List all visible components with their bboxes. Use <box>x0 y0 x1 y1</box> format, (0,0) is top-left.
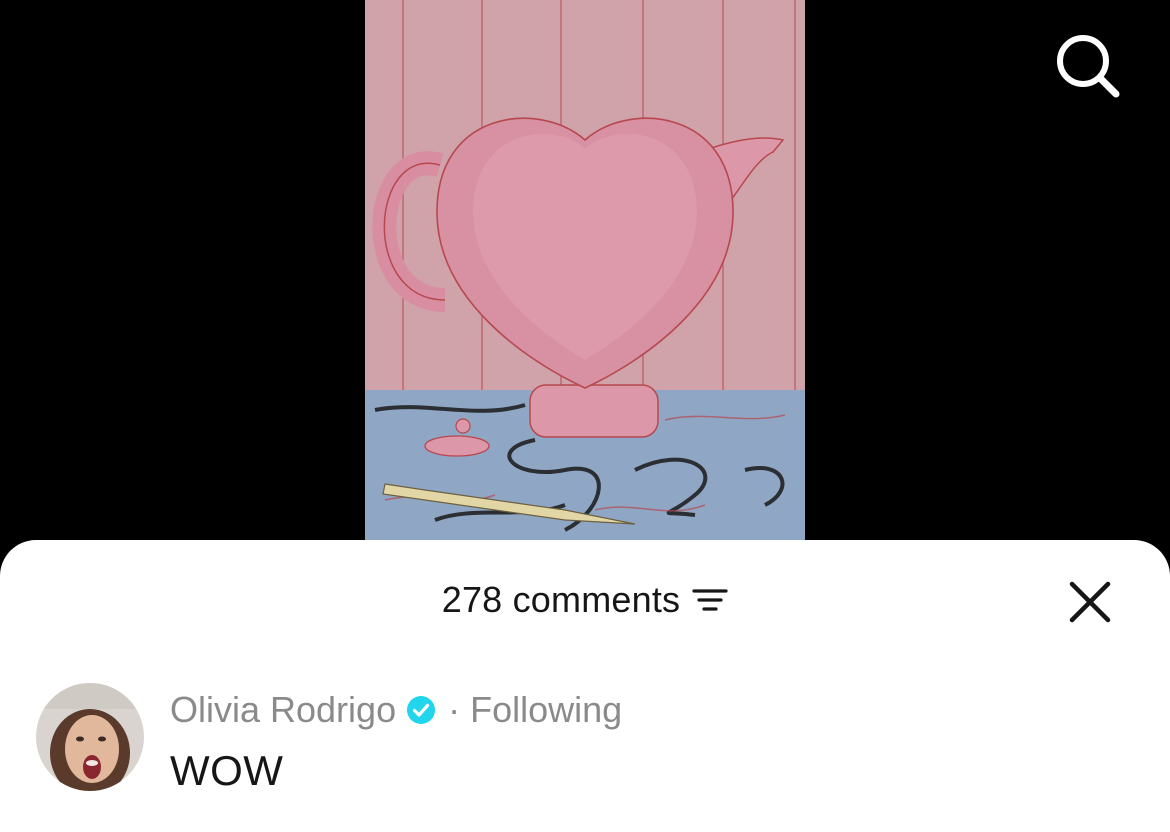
comments-sheet: 278 comments Olivia Rodrigo · Following … <box>0 540 1170 832</box>
search-button[interactable] <box>1052 30 1122 100</box>
verified-badge-icon <box>407 696 436 724</box>
search-icon <box>1057 35 1120 98</box>
video-artwork <box>365 0 805 540</box>
meta-separator: · <box>448 689 461 730</box>
following-status[interactable]: Following <box>470 689 622 731</box>
comment-username[interactable]: Olivia Rodrigo <box>170 689 396 731</box>
comment-meta: Olivia Rodrigo · Following <box>170 687 622 733</box>
comment-item[interactable]: Olivia Rodrigo · Following WOW <box>36 683 1136 803</box>
comment-text: WOW <box>170 747 284 794</box>
close-button[interactable] <box>1068 580 1112 624</box>
video-player[interactable] <box>0 0 1170 560</box>
sort-filter-icon[interactable] <box>692 585 728 615</box>
avatar[interactable] <box>36 683 144 791</box>
comments-count: 278 comments <box>441 579 681 620</box>
comments-header: 278 comments <box>0 572 1170 628</box>
close-icon <box>1069 581 1111 623</box>
